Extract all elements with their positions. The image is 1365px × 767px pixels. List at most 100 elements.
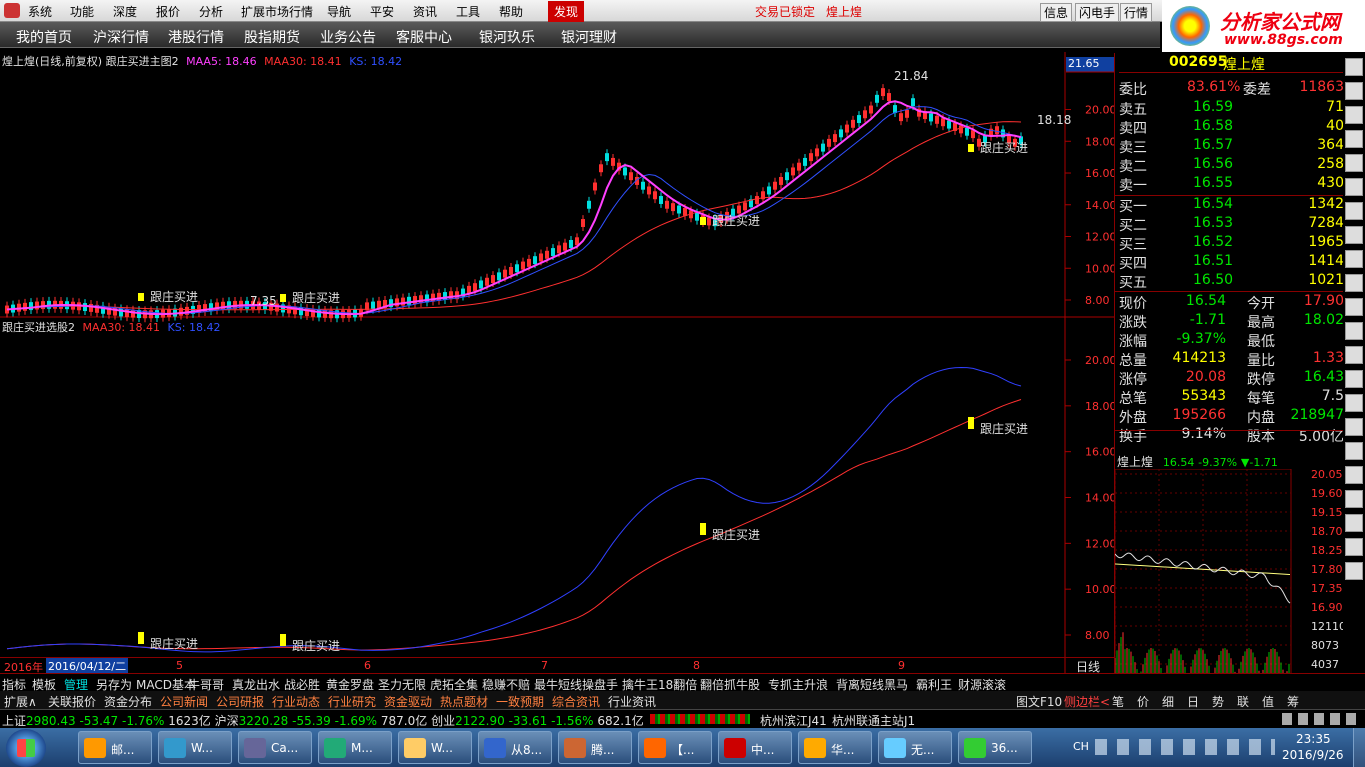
side-tool-icon[interactable] <box>1345 322 1363 340</box>
ask-row[interactable]: 卖五 16.59 71 <box>1119 99 1344 118</box>
info-tab[interactable]: 行业资讯 <box>608 693 656 710</box>
side-tool-icon[interactable] <box>1345 226 1363 244</box>
side-tool-icon[interactable] <box>1345 58 1363 76</box>
nav-announcements[interactable]: 业务公告 <box>320 27 376 47</box>
chart-area[interactable]: 煌上煌(日线,前复权) 跟庄买进主图2 MAA5: 18.46 MAA30: 1… <box>0 52 1114 683</box>
menu-item-system[interactable]: 系统 <box>28 3 52 20</box>
taskbar-item[interactable]: W... <box>398 731 472 764</box>
side-tool-icon[interactable] <box>1345 274 1363 292</box>
info-tab[interactable]: 热点题材 <box>440 693 488 710</box>
info-tab[interactable]: 扩展∧ <box>4 693 37 710</box>
tray-icons[interactable] <box>1095 739 1275 755</box>
taskbar-item[interactable]: 【... <box>638 731 712 764</box>
info-button[interactable]: 信息 <box>1040 3 1073 22</box>
side-tool-icon[interactable] <box>1345 562 1363 580</box>
right-tab[interactable]: 侧边栏< <box>1064 693 1110 710</box>
clock-time[interactable]: 23:35 <box>1296 732 1331 746</box>
right-tab[interactable]: 势 <box>1212 693 1224 710</box>
side-tool-icon[interactable] <box>1345 490 1363 508</box>
menu-item-extended-market[interactable]: 扩展市场行情 <box>241 3 313 20</box>
menu-item-analysis[interactable]: 分析 <box>199 3 223 20</box>
market-button[interactable]: 行情 <box>1120 3 1153 22</box>
taskbar-item[interactable]: M... <box>318 731 392 764</box>
clock-date[interactable]: 2016/9/26 <box>1282 748 1344 762</box>
nav-service[interactable]: 客服中心 <box>396 27 452 47</box>
menu-item-tools[interactable]: 工具 <box>456 3 480 20</box>
right-tab[interactable]: 细 <box>1162 693 1174 710</box>
language-indicator[interactable]: CH <box>1073 740 1089 753</box>
side-tool-icon[interactable] <box>1345 202 1363 220</box>
taskbar-item[interactable]: 腾... <box>558 731 632 764</box>
nav-yinhe-finance[interactable]: 银河理财 <box>561 27 617 47</box>
info-tab[interactable]: 公司研报 <box>216 693 264 710</box>
bid-row[interactable]: 买五 16.50 1021 <box>1119 272 1344 291</box>
menu-item-quote[interactable]: 报价 <box>156 3 180 20</box>
side-tool-icon[interactable] <box>1345 370 1363 388</box>
side-tool-icon[interactable] <box>1345 394 1363 412</box>
start-button[interactable] <box>6 729 46 767</box>
intraday-mini-chart[interactable]: 20.05 19.60 19.15 18.70 18.25 17.80 17.35 16.90… <box>1115 469 1345 683</box>
taskbar-item[interactable]: 无... <box>878 731 952 764</box>
side-tool-icon[interactable] <box>1345 82 1363 100</box>
ask-row[interactable]: 卖二 16.56 258 <box>1119 156 1344 175</box>
side-tool-icon[interactable] <box>1345 418 1363 436</box>
menu-item-function[interactable]: 功能 <box>70 3 94 20</box>
side-tool-icon[interactable] <box>1345 178 1363 196</box>
right-tab[interactable]: 值 <box>1262 693 1274 710</box>
ask-row[interactable]: 卖一 16.55 430 <box>1119 175 1344 194</box>
menu-item-discover[interactable]: 发现 <box>548 1 585 22</box>
bid-row[interactable]: 买四 16.51 1414 <box>1119 253 1344 272</box>
info-tab[interactable]: 行业动态 <box>272 693 320 710</box>
info-tab[interactable]: 行业研究 <box>328 693 376 710</box>
side-tool-icon[interactable] <box>1345 514 1363 532</box>
kline-chart[interactable]: 20.00 18.00 16.00 14.00 12.00 10.00 8.00 20.00 1… <box>0 52 1114 683</box>
side-tool-icon[interactable] <box>1345 298 1363 316</box>
taskbar-item[interactable]: 中... <box>718 731 792 764</box>
taskbar-item[interactable]: 华... <box>798 731 872 764</box>
side-tool-icon[interactable] <box>1345 442 1363 460</box>
ask-row[interactable]: 卖三 16.57 364 <box>1119 137 1344 156</box>
right-tab[interactable]: 筹 <box>1287 693 1299 710</box>
side-tool-icon[interactable] <box>1345 538 1363 556</box>
right-tab[interactable]: 图文F10 <box>1016 693 1062 710</box>
nav-yinhe-jiule[interactable]: 银河玖乐 <box>479 27 535 47</box>
menu-item-news[interactable]: 资讯 <box>413 3 437 20</box>
side-tool-icon[interactable] <box>1345 106 1363 124</box>
right-tab[interactable]: 价 <box>1137 693 1149 710</box>
menu-item-help[interactable]: 帮助 <box>499 3 523 20</box>
menu-item-navigate[interactable]: 导航 <box>327 3 351 20</box>
menu-item-depth[interactable]: 深度 <box>113 3 137 20</box>
nav-hk[interactable]: 港股行情 <box>168 27 224 47</box>
info-tab[interactable]: 综合资讯 <box>552 693 600 710</box>
info-tab[interactable]: 关联报价 <box>48 693 96 710</box>
info-tab[interactable]: 公司新闻 <box>160 693 208 710</box>
side-tool-icon[interactable] <box>1345 154 1363 172</box>
side-tool-icon[interactable] <box>1345 466 1363 484</box>
side-tool-icon[interactable] <box>1345 346 1363 364</box>
right-tab[interactable]: 联 <box>1237 693 1249 710</box>
server-1[interactable]: 杭州滨江J41 <box>760 712 827 729</box>
right-tab[interactable]: 笔 <box>1112 693 1124 710</box>
taskbar-item[interactable]: W... <box>158 731 232 764</box>
taskbar-item[interactable]: Ca... <box>238 731 312 764</box>
nav-sh-sz[interactable]: 沪深行情 <box>93 27 149 47</box>
flash-trade-button[interactable]: 闪电手 <box>1075 3 1120 22</box>
server-2[interactable]: 杭州联通主站J1 <box>832 712 915 729</box>
show-desktop-button[interactable] <box>1353 728 1365 767</box>
bid-row[interactable]: 买三 16.52 1965 <box>1119 234 1344 253</box>
menu-item-pingan[interactable]: 平安 <box>370 3 394 20</box>
bid-row[interactable]: 买一 16.54 1342 <box>1119 196 1344 215</box>
nav-futures[interactable]: 股指期货 <box>244 27 300 47</box>
info-tab[interactable]: 资金分布 <box>104 693 152 710</box>
ask-row[interactable]: 卖四 16.58 40 <box>1119 118 1344 137</box>
right-tab[interactable]: 日 <box>1187 693 1199 710</box>
nav-home[interactable]: 我的首页 <box>16 27 72 47</box>
side-tool-icon[interactable] <box>1345 130 1363 148</box>
bid-row[interactable]: 买二 16.53 7284 <box>1119 215 1344 234</box>
info-tab[interactable]: 一致预期 <box>496 693 544 710</box>
taskbar-item[interactable]: 从8... <box>478 731 552 764</box>
taskbar-item[interactable]: 邮... <box>78 731 152 764</box>
info-tab[interactable]: 资金驱动 <box>384 693 432 710</box>
taskbar-item[interactable]: 36... <box>958 731 1032 764</box>
sh-index[interactable]: 上证2980.43 -53.47 -1.76% 1623亿 沪深3220.28 … <box>2 712 644 729</box>
